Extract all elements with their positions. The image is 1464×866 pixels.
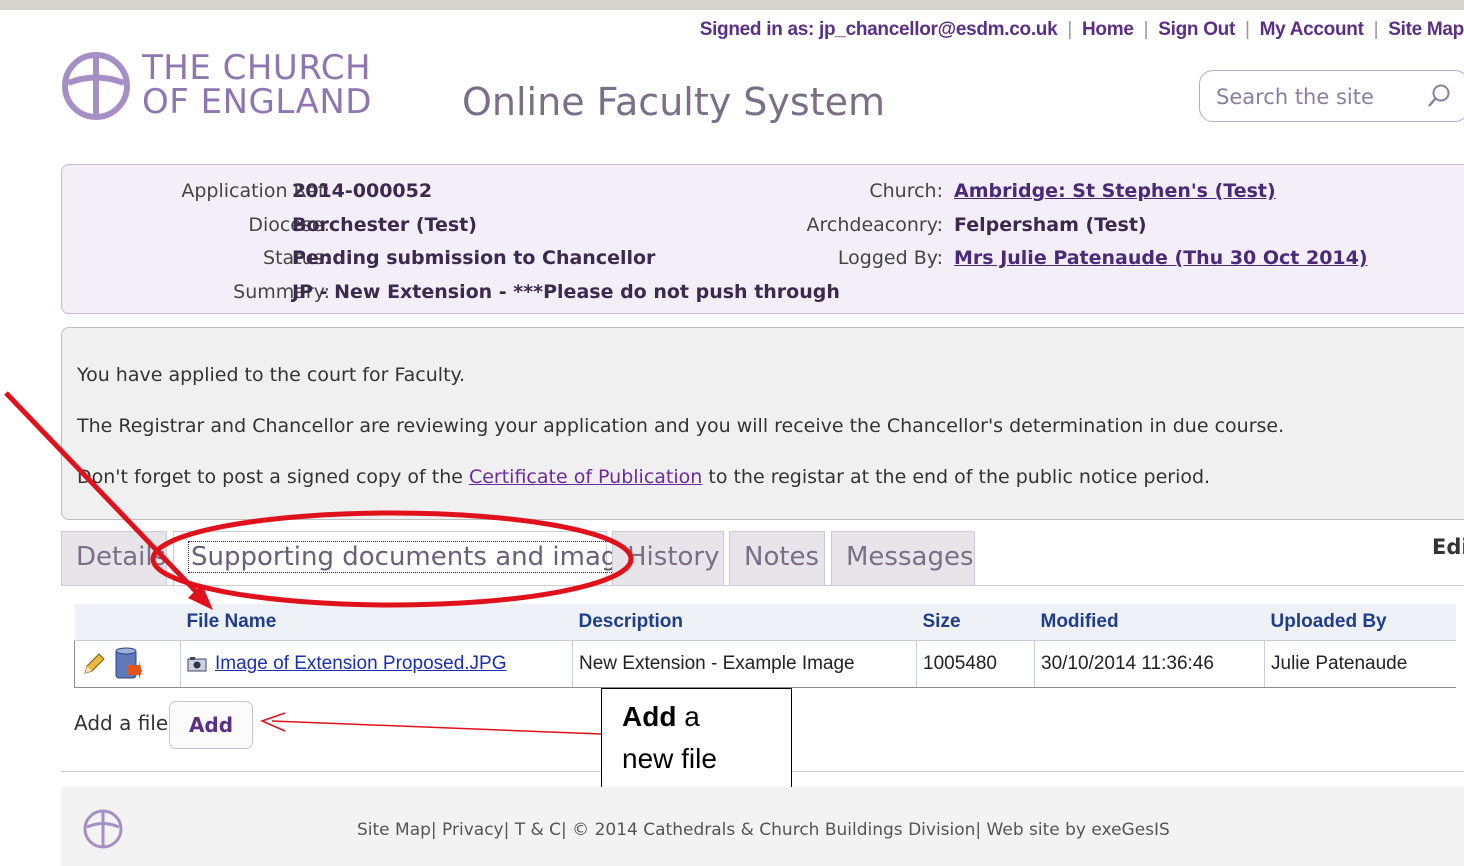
page-footer: Site Map| Privacy| T & C| © 2014 Cathedr… [61, 787, 1464, 866]
top-strip [0, 0, 1464, 10]
tab-bar: Details Supporting documents and images … [61, 531, 1464, 586]
footer-links[interactable]: Site Map| Privacy| T & C| © 2014 Cathedr… [357, 820, 1170, 840]
user-bar: Signed in as: jp_chancellor@esdm.co.uk | H… [699, 19, 1464, 41]
archdeaconry-label: Archdeaconry: [806, 214, 943, 236]
callout-line-1: Add a [622, 701, 700, 733]
tab-supporting-documents[interactable]: Supporting documents and images [173, 531, 650, 585]
tab-details-label: Details [76, 542, 167, 572]
logo-text-line2: OF ENGLAND [142, 82, 372, 122]
row-size-cell: 1005480 [916, 640, 1035, 688]
logged-by-link[interactable]: Mrs Julie Patenaude (Thu 30 Oct 2014) [954, 247, 1368, 269]
search-box [1199, 70, 1464, 122]
status-message-panel: You have applied to the court for Facult… [61, 327, 1464, 520]
tab-history[interactable]: History [612, 531, 724, 585]
message-line-2: The Registrar and Chancellor are reviewi… [77, 415, 1285, 437]
ref-value: 2014-000052 [292, 180, 433, 202]
church-of-england-logo[interactable]: THE CHURCH OF ENGLAND [60, 48, 390, 130]
edit-link[interactable]: Edi [1432, 535, 1464, 559]
nav-home-link[interactable]: Home [1082, 19, 1134, 41]
row-description-cell: New Extension - Example Image [572, 640, 917, 688]
add-file-button[interactable]: Add [169, 701, 253, 749]
edit-pencil-icon[interactable] [81, 651, 107, 677]
column-header-size[interactable]: Size [916, 604, 1035, 641]
church-label: Church: [869, 180, 943, 202]
tab-messages-label: Messages [846, 542, 974, 572]
nav-sign-out-link[interactable]: Sign Out [1158, 19, 1235, 41]
callout-line-2: new file [622, 743, 717, 774]
logged-by-label: Logged By: [837, 247, 943, 269]
column-header-uploaded-by[interactable]: Uploaded By [1264, 604, 1456, 641]
message-line-1: You have applied to the court for Facult… [77, 364, 466, 386]
row-uploaded-by-cell: Julie Patenaude [1264, 640, 1456, 688]
church-link[interactable]: Ambridge: St Stephen's (Test) [954, 180, 1276, 202]
add-file-label: Add a file [74, 711, 169, 735]
message-line-3-end: to the registar at the end of the public… [702, 466, 1211, 488]
files-table: File Name Description Size Modified Uplo… [74, 604, 1456, 688]
cross-logo-icon [62, 52, 130, 120]
tab-notes[interactable]: Notes [729, 531, 825, 585]
actions-column-header [74, 604, 181, 641]
nav-my-account-link[interactable]: My Account [1260, 19, 1364, 41]
row-actions-cell [74, 640, 181, 688]
status-value: Pending submission to Chancellor [292, 247, 656, 269]
row-modified-cell: 30/10/2014 11:36:46 [1034, 640, 1265, 688]
tab-history-label: History [627, 542, 720, 572]
footer-cross-logo-icon [83, 809, 123, 849]
callout-rest-text: a [676, 701, 700, 732]
site-title: Online Faculty System [462, 80, 886, 124]
row-file-name-cell: Image of Extension Proposed.JPG [180, 640, 573, 688]
column-header-modified[interactable]: Modified [1034, 604, 1265, 641]
table-row: Image of Extension Proposed.JPG New Exte… [74, 640, 1456, 688]
signed-in-text: Signed in as: jp_chancellor@esdm.co.uk [699, 19, 1058, 40]
tab-messages[interactable]: Messages [831, 531, 975, 585]
message-line-3-start: Don't forget to post a signed copy of th… [77, 466, 469, 488]
search-icon[interactable] [1426, 83, 1452, 111]
callout-bold-text: Add [622, 701, 677, 732]
column-header-file-name[interactable]: File Name [180, 604, 573, 641]
diocese-value: Borchester (Test) [292, 214, 477, 236]
application-summary-panel: Application Ref: 2014-000052 Diocese: Bo… [61, 164, 1464, 314]
search-input[interactable] [1214, 83, 1418, 111]
column-header-description[interactable]: Description [572, 604, 917, 641]
archdeaconry-value: Felpersham (Test) [954, 214, 1147, 236]
certificate-of-publication-link[interactable]: Certificate of Publication [469, 466, 702, 488]
summary-value: JP - New Extension - ***Please do not pu… [292, 281, 840, 303]
message-line-3: Don't forget to post a signed copy of th… [77, 466, 1210, 488]
tab-details[interactable]: Details [61, 531, 167, 585]
delete-bin-icon[interactable] [112, 647, 143, 681]
tab-notes-label: Notes [744, 542, 820, 572]
file-name-link[interactable]: Image of Extension Proposed.JPG [215, 653, 507, 674]
image-file-icon [187, 656, 207, 672]
annotation-callout-box: Add a new file [601, 688, 792, 799]
table-header-row: File Name Description Size Modified Uplo… [74, 604, 1456, 641]
tab-supporting-documents-label: Supporting documents and images [188, 541, 650, 573]
nav-site-map-link[interactable]: Site Map [1388, 19, 1464, 41]
